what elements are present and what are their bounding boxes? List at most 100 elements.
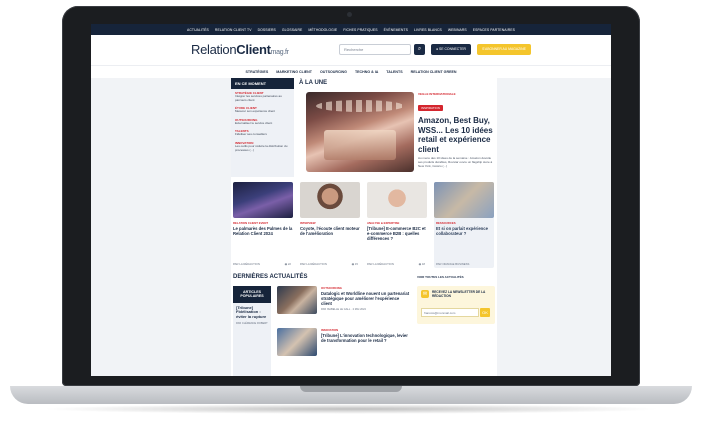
webcam-icon [347,12,352,17]
main-content: EN CE MOMENT STRATÉGIE CLIENT Intégrer l… [231,78,497,376]
subscribe-button[interactable]: S'ABONNER AU MAGAZINE [477,44,531,55]
top-nav-item[interactable]: FICHES PRATIQUES [343,28,377,32]
sidebar-item[interactable]: STRATÉGIE CLIENT Intégrer les services p… [231,89,294,104]
search-icon: ⌕ [417,46,422,52]
card-author: PAR ORANGE BUSINESS [436,262,470,266]
top-nav-item[interactable]: DOSSIERS [258,28,276,32]
card-title[interactable]: Coyote, l'écoute client moteur de l'amél… [300,226,360,236]
card-reads: ◉ 22 [285,262,291,266]
category-nav-item[interactable]: TALENTS [386,70,402,74]
card-reads: ◉ 15 [352,262,358,266]
card-title[interactable]: Et si on parlait expérience collaborateu… [434,226,494,236]
card-category: INTERVIEW [300,221,316,225]
popular-item-author: PAR CLÉMENCE ROBERT [236,321,268,325]
article-text: INNOVATION [Tribune] L'innovation techno… [321,328,411,343]
article-cards: RELATION CLIENT EVENT Le palmarès des Pa… [233,182,495,268]
card-image [300,182,360,218]
top-nav-item[interactable]: LIVRES BLANCS [414,28,442,32]
see-all-link[interactable]: VOIR TOUTES LES ACTUALITÉS [417,275,464,279]
top-nav-item[interactable]: ESPACES PARTENAIRES [473,28,515,32]
hero-lights [316,100,404,112]
newsletter-submit-button[interactable]: OK [480,308,490,317]
popular-title: ARTICLES POPULAIRES [233,286,271,303]
news-article[interactable]: INNOVATION [Tribune] L'innovation techno… [277,328,413,364]
category-nav-item[interactable]: OUTSOURCING [320,70,347,74]
logo-text: Relation [191,42,237,57]
article-image [277,286,317,314]
top-nav-item[interactable]: WEBINARS [448,28,467,32]
article-meta: PAR ISABELLE LE GALL · 2 MAI 2024 [321,308,366,311]
article-title[interactable]: Datalogic et Worldline nouent un partena… [321,291,411,306]
category-nav-item[interactable]: RELATION CLIENT GREEN [411,70,457,74]
article-card[interactable]: INTERVIEW Coyote, l'écoute client moteur… [300,182,360,268]
newsletter-email-input[interactable]: francois@monmail.com [421,308,479,317]
sidebar-item-text: Mesurer son expérience client [235,109,276,114]
popular-articles: ARTICLES POPULAIRES [Tribune] Fidélisati… [233,286,271,376]
sidebar-item-text: Fidéliser ses conseillers [235,132,267,137]
top-nav-item[interactable]: ACTUALITÉS [187,28,209,32]
card-author: PAR LA RÉDACTION [300,262,327,266]
top-nav-item[interactable]: MÉTHODOLOGIE [308,28,337,32]
search-input[interactable]: Recherche [339,44,411,55]
card-reads-count: 15 [354,262,358,266]
sidebar-item-text: Les outils pour réduire la distribution … [235,143,288,152]
connect-button[interactable]: ● SE CONNECTER [431,44,471,55]
sidebar-item[interactable]: OUTSOURCING Externaliser le service clie… [231,116,294,128]
article-image [277,328,317,356]
article-category: INNOVATION [321,328,339,332]
trending-sidebar: EN CE MOMENT STRATÉGIE CLIENT Intégrer l… [231,78,294,177]
browser-screen: ACTUALITÉS RELATION CLIENT TV DOSSIERS G… [91,24,611,376]
section-title-latest: DERNIÈRES ACTUALITÉS [233,274,308,280]
top-nav-item[interactable]: ÉVÉNEMENTS [384,28,408,32]
article-title[interactable]: [Tribune] L'innovation technologique, le… [321,333,411,343]
card-category: RESSOURCES [436,221,456,225]
article-card[interactable]: ANALYSE & EXPERTISE [Tribune] E-commerce… [367,182,427,268]
top-nav-item[interactable]: RELATION CLIENT TV [215,28,252,32]
sidebar-item-text: Externaliser le service client [235,120,273,125]
popular-item[interactable]: [Tribune] Fidélisation : éviter la ruptu… [233,303,271,328]
article-card[interactable]: RELATION CLIENT EVENT Le palmarès des Pa… [233,182,293,268]
hero-image[interactable] [306,92,414,172]
article-card[interactable]: RESSOURCES Et si on parlait expérience c… [434,182,494,268]
card-image [233,182,293,218]
hero-stage [324,130,396,160]
hero-tag: INSPIRATION [418,105,443,111]
connect-label: SE CONNECTER [439,47,466,51]
category-nav-item[interactable]: MARKETING CLIENT [276,70,312,74]
card-author: PAR LA RÉDACTION [233,262,260,266]
card-author: PAR LA RÉDACTION [367,262,394,266]
top-nav-item[interactable]: GLOSSAIRE [282,28,303,32]
news-article[interactable]: OUTSOURCING Datalogic et Worldline nouen… [277,286,413,322]
sidebar-title: EN CE MOMENT [231,78,294,89]
hero-description: Au menu des 10 idées de la semaine : Ama… [418,156,493,168]
category-nav-item[interactable]: TECHNO & IA [355,70,378,74]
popular-item-title[interactable]: [Tribune] Fidélisation : éviter la ruptu… [236,305,268,320]
card-reads-count: 18 [421,262,425,266]
card-image [434,182,494,218]
hero-category: VEILLE INTERNATIONALE [418,92,456,96]
card-title[interactable]: Le palmarès des Palmes de la Relation Cl… [233,226,293,236]
sidebar-item[interactable]: INNOVATION Les outils pour réduire la di… [231,139,294,154]
card-reads-count: 22 [287,262,291,266]
article-text: OUTSOURCING Datalogic et Worldline nouen… [321,286,411,311]
card-reads: ◉ 18 [419,262,425,266]
newsletter-box: ✉ RECEVEZ LA NEWSLETTER DE LA RÉDACTION … [417,286,495,324]
laptop-shadow [40,404,662,414]
laptop-notch [300,386,402,392]
sidebar-item-text: Intégrer les services partenaires au par… [235,94,282,102]
top-nav: ACTUALITÉS RELATION CLIENT TV DOSSIERS G… [91,24,611,35]
hero-article[interactable]: VEILLE INTERNATIONALE INSPIRATION Amazon… [418,92,494,172]
category-nav-item[interactable]: STRATÉGIES [246,70,269,74]
site-logo[interactable]: RelationClientmag.fr [191,42,289,57]
logo-bold-text: Client [236,42,271,57]
hero-title[interactable]: Amazon, Best Buy, WSS... Les 10 idées re… [418,116,494,154]
article-category: OUTSOURCING [321,286,342,290]
category-nav: STRATÉGIES MARKETING CLIENT OUTSOURCING … [91,65,611,78]
card-title[interactable]: [Tribune] E-commerce B2C et e-commerce B… [367,226,427,241]
sidebar-item[interactable]: TALENTS Fidéliser ses conseillers [231,127,294,139]
sidebar-item[interactable]: ÉTUDE CLIENT Mesurer son expérience clie… [231,104,294,116]
card-category: RELATION CLIENT EVENT [233,221,269,225]
card-category: ANALYSE & EXPERTISE [367,221,400,225]
mail-icon: ✉ [421,290,429,298]
search-button[interactable]: ⌕ [414,44,425,55]
